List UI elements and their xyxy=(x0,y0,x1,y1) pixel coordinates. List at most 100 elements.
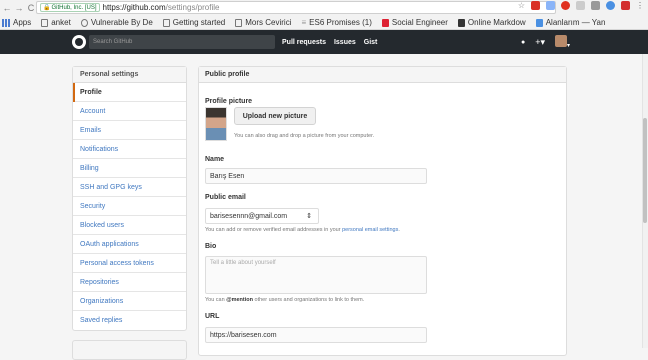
page-scrollbar[interactable] xyxy=(642,54,648,348)
sidebar-item-billing[interactable]: Billing xyxy=(73,159,186,178)
bookmark-apps[interactable]: Apps xyxy=(2,18,31,27)
avatar xyxy=(554,35,567,47)
bookmark-label: ES6 Promises (1) xyxy=(309,18,372,27)
url-label: URL xyxy=(205,313,220,320)
name-label: Name xyxy=(205,156,225,163)
back-icon[interactable]: ← xyxy=(2,3,12,13)
scrollbar-thumb[interactable] xyxy=(643,118,647,223)
bio-hint: You can @mention other users and organiz… xyxy=(205,297,364,303)
bookmark-label: Getting started xyxy=(172,18,226,27)
bookmark-mors[interactable]: Mors Cevirici xyxy=(235,18,292,27)
select-caret-icon: ⇕ xyxy=(306,213,312,220)
profile-picture-label: Profile picture xyxy=(205,98,253,105)
sidebar-item-organizations[interactable]: Organizations xyxy=(73,292,186,311)
opera-icon[interactable] xyxy=(561,1,570,10)
bookmark-social[interactable]: Social Engineer xyxy=(381,18,448,27)
secondary-sidebar-box xyxy=(72,340,187,360)
sidebar-item-notifications[interactable]: Notifications xyxy=(73,140,186,159)
star-icon[interactable]: ☆ xyxy=(518,1,525,10)
github-header: Search GitHub Pull requests Issues Gist … xyxy=(0,30,648,54)
blue-icon xyxy=(535,18,543,27)
menu-icon[interactable]: ⋮ xyxy=(636,1,644,10)
page-icon xyxy=(41,18,49,27)
bell-icon[interactable]: ● xyxy=(521,39,525,46)
public-email-label: Public email xyxy=(205,194,246,201)
bio-label: Bio xyxy=(205,243,217,250)
sidebar-item-profile[interactable]: Profile xyxy=(73,83,186,102)
extension-icon-2[interactable] xyxy=(591,1,600,10)
bookmark-vulnerable[interactable]: Vulnerable By De xyxy=(80,18,153,27)
markdown-icon xyxy=(457,18,465,27)
bio-textarea[interactable]: Tell a little about yourself xyxy=(205,256,427,294)
github-logo-icon[interactable] xyxy=(72,35,86,49)
nav-gist[interactable]: Gist xyxy=(364,39,378,46)
personal-email-settings-link[interactable]: personal email settings xyxy=(342,227,398,233)
email-hint-text: You can add or remove verified email add… xyxy=(205,227,343,233)
bookmark-label: Online Markdow xyxy=(467,18,526,27)
bookmark-alanlarim[interactable]: Alanlarım — Yan xyxy=(535,18,606,27)
mention-text: @mention xyxy=(226,297,253,303)
secure-badge[interactable]: 🔒 GitHub, Inc. [US] xyxy=(40,3,100,12)
bookmark-label: Apps xyxy=(13,18,32,27)
url-path: /settings/profile xyxy=(165,3,220,12)
address-bar[interactable]: 🔒 GitHub, Inc. [US] https://github.com/se… xyxy=(36,1,556,14)
sidebar-item-tokens[interactable]: Personal access tokens xyxy=(73,254,186,273)
public-profile-panel: Public profile Profile picture Upload ne… xyxy=(198,66,567,356)
extension-icon-4[interactable] xyxy=(621,1,630,10)
url-field[interactable]: https://barisesen.com xyxy=(205,327,427,343)
bookmark-label: anket xyxy=(51,18,71,27)
bio-hint-suffix: other users and organizations to link to… xyxy=(252,297,365,303)
sidebar-item-ssh-gpg[interactable]: SSH and GPG keys xyxy=(73,178,186,197)
bio-hint-text: You can xyxy=(205,297,227,303)
header-nav: Pull requests Issues Gist xyxy=(282,30,377,54)
nav-pull-requests[interactable]: Pull requests xyxy=(282,39,326,46)
extension-icon-3[interactable] xyxy=(606,1,615,10)
search-input[interactable]: Search GitHub xyxy=(89,35,275,49)
sidebar-item-account[interactable]: Account xyxy=(73,102,186,121)
shield-icon[interactable] xyxy=(576,1,585,10)
bookmark-label: Mors Cevirici xyxy=(245,18,292,27)
globe-icon xyxy=(80,18,88,27)
bookmark-label: Alanlarım — Yan xyxy=(545,18,606,27)
chevron-down-icon: ▾ xyxy=(566,43,570,49)
sidebar-item-saved-replies[interactable]: Saved replies xyxy=(73,311,186,330)
name-field[interactable]: Barış Esen xyxy=(205,168,427,184)
sidebar-item-blocked-users[interactable]: Blocked users xyxy=(73,216,186,235)
bookmark-markdown[interactable]: Online Markdow xyxy=(457,18,526,27)
sidebar-item-emails[interactable]: Emails xyxy=(73,121,186,140)
bookmark-label: Social Engineer xyxy=(391,18,448,27)
bookmark-anket[interactable]: anket xyxy=(41,18,71,27)
sidebar-item-repositories[interactable]: Repositories xyxy=(73,273,186,292)
bookmarks-bar: Apps anket Vulnerable By De Getting star… xyxy=(0,15,648,30)
avatar-menu[interactable]: ▾ xyxy=(554,35,570,49)
nav-issues[interactable]: Issues xyxy=(334,39,356,46)
apps-icon xyxy=(2,18,10,27)
extension-icon[interactable] xyxy=(546,1,555,10)
lock-icon: 🔒 xyxy=(43,5,51,11)
secure-badge-label: GitHub, Inc. [US] xyxy=(51,4,97,11)
settings-sidebar: Personal settings Profile Account Emails… xyxy=(72,66,187,331)
email-hint: You can add or remove verified email add… xyxy=(205,227,400,233)
forward-icon[interactable]: → xyxy=(14,3,24,13)
reload-icon[interactable]: C xyxy=(26,3,36,13)
extension-icons: ☆ ⋮ xyxy=(518,1,644,10)
page-icon xyxy=(235,18,243,27)
list-icon: ≡ xyxy=(301,18,307,27)
bookmark-getting-started[interactable]: Getting started xyxy=(162,18,226,27)
header-right: ● +▾ ▾ xyxy=(521,30,570,54)
upload-picture-button[interactable]: Upload new picture xyxy=(234,107,316,125)
gmail-icon[interactable] xyxy=(531,1,540,10)
address-row: ← → C 🔒 GitHub, Inc. [US] https://github.… xyxy=(0,0,648,15)
sidebar-item-oauth[interactable]: OAuth applications xyxy=(73,235,186,254)
email-hint-suffix: . xyxy=(398,227,400,233)
bookmark-es6[interactable]: ≡ ES6 Promises (1) xyxy=(302,18,372,27)
public-email-select[interactable]: barisesennn@gmail.com ⇕ xyxy=(205,208,319,224)
url-host: https://github.com xyxy=(102,3,166,12)
plus-icon[interactable]: +▾ xyxy=(535,37,545,48)
public-email-value: barisesennn@gmail.com xyxy=(210,213,288,220)
sidebar-item-security[interactable]: Security xyxy=(73,197,186,216)
s-icon xyxy=(381,18,389,27)
upload-hint: You can also drag and drop a picture fro… xyxy=(234,133,375,139)
page-icon xyxy=(162,18,170,27)
browser-chrome: ← → C 🔒 GitHub, Inc. [US] https://github.… xyxy=(0,0,648,30)
